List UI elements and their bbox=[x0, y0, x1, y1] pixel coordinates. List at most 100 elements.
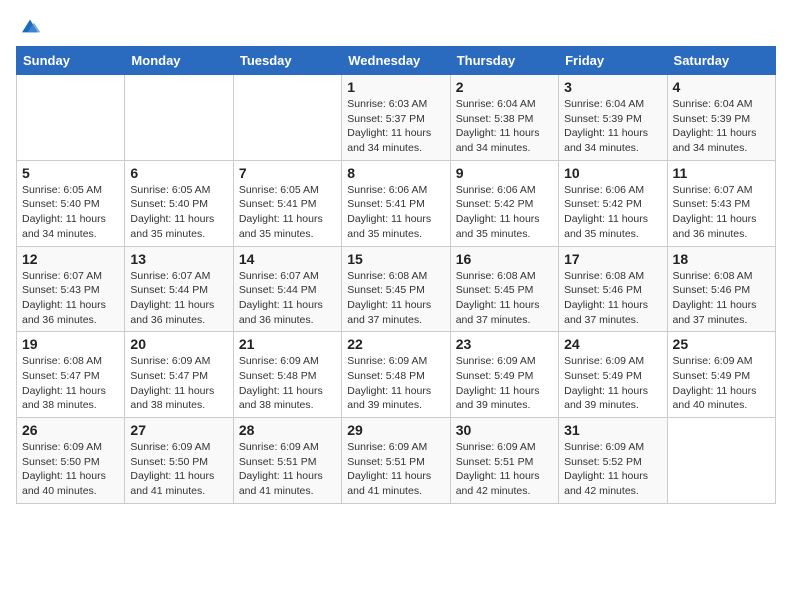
day-number: 9 bbox=[456, 165, 553, 181]
day-info: Sunrise: 6:07 AMSunset: 5:43 PMDaylight:… bbox=[673, 183, 770, 242]
calendar-cell: 1 Sunrise: 6:03 AMSunset: 5:37 PMDaylight… bbox=[342, 75, 450, 161]
calendar-week-row: 5 Sunrise: 6:05 AMSunset: 5:40 PMDaylight… bbox=[17, 160, 776, 246]
day-number: 17 bbox=[564, 251, 661, 267]
day-info: Sunrise: 6:09 AMSunset: 5:48 PMDaylight:… bbox=[347, 354, 444, 413]
calendar-cell: 5 Sunrise: 6:05 AMSunset: 5:40 PMDaylight… bbox=[17, 160, 125, 246]
day-info: Sunrise: 6:09 AMSunset: 5:50 PMDaylight:… bbox=[130, 440, 227, 499]
day-info: Sunrise: 6:04 AMSunset: 5:39 PMDaylight:… bbox=[673, 97, 770, 156]
day-info: Sunrise: 6:09 AMSunset: 5:51 PMDaylight:… bbox=[347, 440, 444, 499]
day-info: Sunrise: 6:08 AMSunset: 5:46 PMDaylight:… bbox=[564, 269, 661, 328]
day-number: 6 bbox=[130, 165, 227, 181]
weekday-header-thursday: Thursday bbox=[450, 47, 558, 75]
calendar-cell: 11 Sunrise: 6:07 AMSunset: 5:43 PMDayligh… bbox=[667, 160, 775, 246]
weekday-header-sunday: Sunday bbox=[17, 47, 125, 75]
calendar-cell bbox=[667, 418, 775, 504]
calendar-cell: 31 Sunrise: 6:09 AMSunset: 5:52 PMDayligh… bbox=[559, 418, 667, 504]
calendar-cell: 13 Sunrise: 6:07 AMSunset: 5:44 PMDayligh… bbox=[125, 246, 233, 332]
day-info: Sunrise: 6:04 AMSunset: 5:39 PMDaylight:… bbox=[564, 97, 661, 156]
calendar-cell: 3 Sunrise: 6:04 AMSunset: 5:39 PMDaylight… bbox=[559, 75, 667, 161]
day-number: 14 bbox=[239, 251, 336, 267]
day-info: Sunrise: 6:06 AMSunset: 5:42 PMDaylight:… bbox=[456, 183, 553, 242]
calendar-week-row: 26 Sunrise: 6:09 AMSunset: 5:50 PMDayligh… bbox=[17, 418, 776, 504]
day-number: 26 bbox=[22, 422, 119, 438]
day-number: 24 bbox=[564, 336, 661, 352]
day-number: 16 bbox=[456, 251, 553, 267]
day-info: Sunrise: 6:05 AMSunset: 5:41 PMDaylight:… bbox=[239, 183, 336, 242]
day-number: 12 bbox=[22, 251, 119, 267]
calendar-cell bbox=[17, 75, 125, 161]
day-number: 8 bbox=[347, 165, 444, 181]
weekday-header-row: SundayMondayTuesdayWednesdayThursdayFrid… bbox=[17, 47, 776, 75]
day-number: 27 bbox=[130, 422, 227, 438]
day-info: Sunrise: 6:07 AMSunset: 5:44 PMDaylight:… bbox=[130, 269, 227, 328]
day-number: 4 bbox=[673, 79, 770, 95]
day-number: 11 bbox=[673, 165, 770, 181]
calendar-cell: 6 Sunrise: 6:05 AMSunset: 5:40 PMDaylight… bbox=[125, 160, 233, 246]
day-info: Sunrise: 6:08 AMSunset: 5:45 PMDaylight:… bbox=[347, 269, 444, 328]
day-number: 19 bbox=[22, 336, 119, 352]
day-info: Sunrise: 6:05 AMSunset: 5:40 PMDaylight:… bbox=[22, 183, 119, 242]
day-number: 21 bbox=[239, 336, 336, 352]
calendar-cell: 29 Sunrise: 6:09 AMSunset: 5:51 PMDayligh… bbox=[342, 418, 450, 504]
day-info: Sunrise: 6:09 AMSunset: 5:51 PMDaylight:… bbox=[456, 440, 553, 499]
day-info: Sunrise: 6:09 AMSunset: 5:49 PMDaylight:… bbox=[456, 354, 553, 413]
day-number: 31 bbox=[564, 422, 661, 438]
calendar-cell: 28 Sunrise: 6:09 AMSunset: 5:51 PMDayligh… bbox=[233, 418, 341, 504]
day-info: Sunrise: 6:03 AMSunset: 5:37 PMDaylight:… bbox=[347, 97, 444, 156]
day-number: 7 bbox=[239, 165, 336, 181]
calendar-cell: 21 Sunrise: 6:09 AMSunset: 5:48 PMDayligh… bbox=[233, 332, 341, 418]
calendar-cell: 18 Sunrise: 6:08 AMSunset: 5:46 PMDayligh… bbox=[667, 246, 775, 332]
day-info: Sunrise: 6:09 AMSunset: 5:49 PMDaylight:… bbox=[564, 354, 661, 413]
page-header bbox=[16, 16, 776, 36]
calendar-cell: 7 Sunrise: 6:05 AMSunset: 5:41 PMDaylight… bbox=[233, 160, 341, 246]
weekday-header-saturday: Saturday bbox=[667, 47, 775, 75]
calendar-cell: 2 Sunrise: 6:04 AMSunset: 5:38 PMDaylight… bbox=[450, 75, 558, 161]
calendar-cell: 23 Sunrise: 6:09 AMSunset: 5:49 PMDayligh… bbox=[450, 332, 558, 418]
calendar-cell: 9 Sunrise: 6:06 AMSunset: 5:42 PMDaylight… bbox=[450, 160, 558, 246]
calendar-cell bbox=[125, 75, 233, 161]
calendar-table: SundayMondayTuesdayWednesdayThursdayFrid… bbox=[16, 46, 776, 504]
day-number: 13 bbox=[130, 251, 227, 267]
day-info: Sunrise: 6:09 AMSunset: 5:48 PMDaylight:… bbox=[239, 354, 336, 413]
calendar-cell: 14 Sunrise: 6:07 AMSunset: 5:44 PMDayligh… bbox=[233, 246, 341, 332]
day-number: 25 bbox=[673, 336, 770, 352]
day-info: Sunrise: 6:09 AMSunset: 5:49 PMDaylight:… bbox=[673, 354, 770, 413]
day-number: 10 bbox=[564, 165, 661, 181]
calendar-cell: 26Sunrise: 6:09 AMSunset: 5:50 PMDayligh… bbox=[17, 418, 125, 504]
calendar-cell: 30 Sunrise: 6:09 AMSunset: 5:51 PMDayligh… bbox=[450, 418, 558, 504]
day-info: Sunrise: 6:08 AMSunset: 5:47 PMDaylight:… bbox=[22, 354, 119, 413]
logo-icon bbox=[18, 16, 42, 36]
calendar-cell: 8Sunrise: 6:06 AMSunset: 5:41 PMDaylight… bbox=[342, 160, 450, 246]
day-info: Sunrise: 6:07 AMSunset: 5:43 PMDaylight:… bbox=[22, 269, 119, 328]
day-number: 5 bbox=[22, 165, 119, 181]
day-info: Sunrise: 6:09 AMSunset: 5:52 PMDaylight:… bbox=[564, 440, 661, 499]
day-info: Sunrise: 6:09 AMSunset: 5:51 PMDaylight:… bbox=[239, 440, 336, 499]
calendar-cell: 15 Sunrise: 6:08 AMSunset: 5:45 PMDayligh… bbox=[342, 246, 450, 332]
day-info: Sunrise: 6:05 AMSunset: 5:40 PMDaylight:… bbox=[130, 183, 227, 242]
day-info: Sunrise: 6:07 AMSunset: 5:44 PMDaylight:… bbox=[239, 269, 336, 328]
calendar-cell: 27 Sunrise: 6:09 AMSunset: 5:50 PMDayligh… bbox=[125, 418, 233, 504]
logo bbox=[16, 16, 42, 36]
calendar-cell: 24 Sunrise: 6:09 AMSunset: 5:49 PMDayligh… bbox=[559, 332, 667, 418]
day-number: 28 bbox=[239, 422, 336, 438]
calendar-cell: 20Sunrise: 6:09 AMSunset: 5:47 PMDayligh… bbox=[125, 332, 233, 418]
day-number: 2 bbox=[456, 79, 553, 95]
day-number: 18 bbox=[673, 251, 770, 267]
day-number: 3 bbox=[564, 79, 661, 95]
day-number: 15 bbox=[347, 251, 444, 267]
calendar-week-row: 1 Sunrise: 6:03 AMSunset: 5:37 PMDaylight… bbox=[17, 75, 776, 161]
day-info: Sunrise: 6:04 AMSunset: 5:38 PMDaylight:… bbox=[456, 97, 553, 156]
calendar-cell: 17 Sunrise: 6:08 AMSunset: 5:46 PMDayligh… bbox=[559, 246, 667, 332]
day-info: Sunrise: 6:09 AMSunset: 5:47 PMDaylight:… bbox=[130, 354, 227, 413]
day-number: 1 bbox=[347, 79, 444, 95]
weekday-header-wednesday: Wednesday bbox=[342, 47, 450, 75]
weekday-header-tuesday: Tuesday bbox=[233, 47, 341, 75]
calendar-cell: 4 Sunrise: 6:04 AMSunset: 5:39 PMDaylight… bbox=[667, 75, 775, 161]
weekday-header-monday: Monday bbox=[125, 47, 233, 75]
day-number: 30 bbox=[456, 422, 553, 438]
day-number: 29 bbox=[347, 422, 444, 438]
calendar-cell: 12 Sunrise: 6:07 AMSunset: 5:43 PMDayligh… bbox=[17, 246, 125, 332]
day-info: Sunrise: 6:08 AMSunset: 5:45 PMDaylight:… bbox=[456, 269, 553, 328]
day-info: Sunrise: 6:08 AMSunset: 5:46 PMDaylight:… bbox=[673, 269, 770, 328]
day-number: 23 bbox=[456, 336, 553, 352]
